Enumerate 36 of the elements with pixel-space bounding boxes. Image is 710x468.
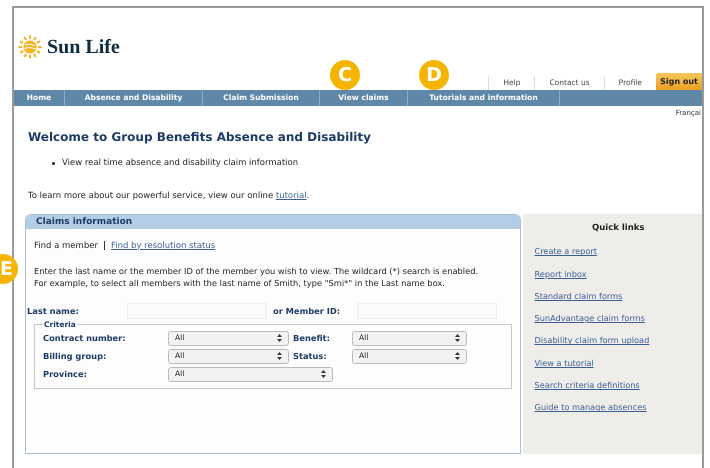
quick-link[interactable]: Guide to manage absences — [534, 396, 647, 419]
quick-link[interactable]: SunAdvantage claim forms — [534, 307, 645, 330]
field-label: Billing group: — [43, 350, 108, 362]
logo-text: Sun Life — [47, 35, 120, 60]
quick-link[interactable]: Disability claim form upload — [534, 329, 650, 352]
sun-logo-icon — [18, 35, 42, 59]
field-label: or Member ID: — [273, 305, 342, 318]
callout-marker: C — [330, 60, 360, 90]
bullet-icon — [52, 162, 55, 165]
tutorial-link[interactable]: tutorial — [276, 190, 307, 201]
field-label: Benefit: — [293, 332, 331, 344]
stepper-icon — [321, 370, 326, 378]
sign-out-button[interactable]: Sign out — [656, 73, 702, 90]
quick-link[interactable]: Report inbox — [534, 262, 587, 285]
quick-link[interactable]: Search criteria definitions — [534, 374, 640, 396]
field-label: Last name: — [27, 305, 80, 318]
quick-link[interactable]: Standard claim forms — [534, 284, 622, 308]
stepper-icon — [455, 352, 460, 360]
field-label: Contract number: — [43, 332, 127, 344]
instructions-text: Enter the last name or the member ID of the member you wish to view. The wildcard (*) search is enabled. For example, to select all members with the last name of Smith, type "Smi*" in the Last name box. — [33, 266, 480, 290]
stepper-icon — [277, 352, 282, 360]
stepper-icon — [455, 334, 460, 342]
callout-marker: E — [0, 254, 18, 284]
bullet-text: View real time absence and disability claim information — [62, 157, 298, 170]
quick-link[interactable]: Create a report — [534, 240, 597, 263]
stepper-icon — [277, 334, 282, 342]
panel-tab[interactable]: Find by resolution status — [110, 240, 216, 252]
field-label: Status: — [293, 350, 328, 362]
callout-marker: D — [419, 60, 449, 90]
quick-link[interactable]: View a tutorial — [534, 352, 594, 374]
panel-header: Claims information — [26, 214, 520, 228]
field-label: Province: — [43, 368, 88, 380]
page-title: Welcome to Group Benefits Absence and Disability — [28, 129, 372, 146]
quick-links-title: Quick links — [591, 222, 646, 234]
panel-tab[interactable]: Find a member — [34, 240, 98, 252]
intro-text: To learn more about our powerful service, view our online tutorial. — [28, 190, 310, 202]
